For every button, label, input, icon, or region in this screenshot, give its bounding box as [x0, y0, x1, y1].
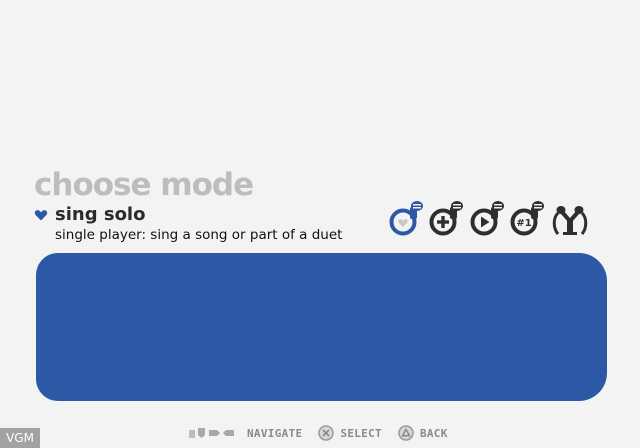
cross-button-icon — [318, 425, 335, 441]
play-mic-icon[interactable] — [469, 198, 509, 240]
triangle-button-icon — [398, 425, 414, 441]
controller-hints: NAVIGATE SELECT BACK — [187, 423, 464, 443]
navigate-label: NAVIGATE — [247, 426, 303, 440]
choose-mode-screen: choose mode sing solo single player: sin… — [0, 0, 640, 448]
mode-panel — [36, 253, 607, 401]
select-hint: SELECT — [318, 425, 382, 441]
plus-mic-icon[interactable] — [428, 198, 468, 240]
heart-mic-icon[interactable] — [388, 198, 428, 240]
mode-name: sing solo — [55, 203, 146, 225]
page-title: choose mode — [34, 167, 254, 203]
back-hint: BACK — [398, 425, 448, 441]
select-label: SELECT — [340, 426, 382, 440]
selected-mode-row: sing solo — [34, 202, 145, 226]
mode-description: single player: sing a song or part of a … — [55, 227, 343, 243]
heart-icon — [34, 207, 48, 221]
mode-selector: #1 — [388, 198, 590, 240]
back-label: BACK — [419, 426, 448, 440]
navigate-hint: NAVIGATE — [187, 426, 302, 440]
ranking-glyph: #1 — [516, 218, 531, 229]
number-one-mic-icon[interactable]: #1 — [509, 198, 549, 240]
two-mics-icon[interactable] — [550, 198, 590, 240]
dpad-icon — [189, 428, 234, 438]
watermark: VGM — [0, 428, 40, 448]
